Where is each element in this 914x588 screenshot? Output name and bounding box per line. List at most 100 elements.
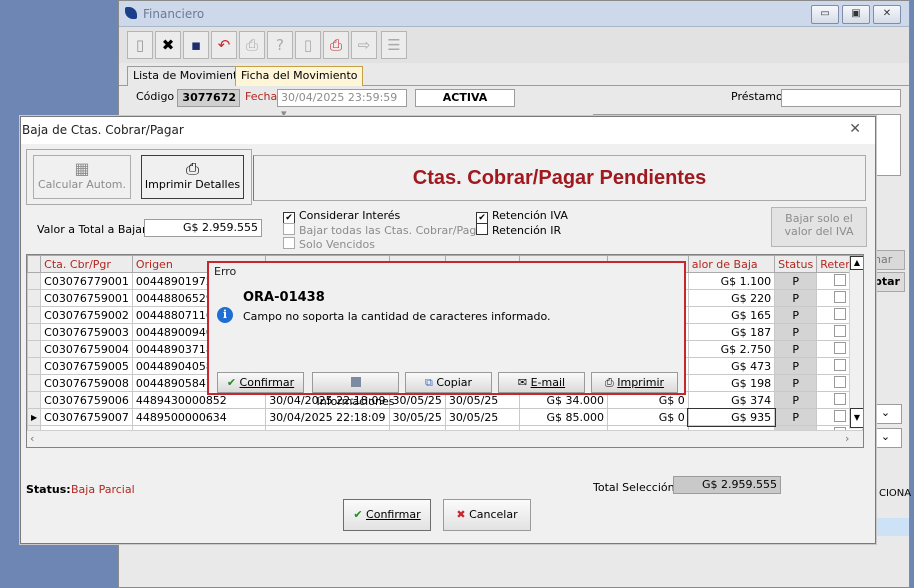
cancelar-label: Cancelar <box>469 508 518 521</box>
minimize-button[interactable]: ▭ <box>811 5 839 24</box>
app-logo-icon <box>125 7 137 19</box>
checkbox-box[interactable] <box>833 409 846 422</box>
table-row[interactable]: ▶ C03076759007 4489500000634 30/04/2025 22:… <box>27 407 863 427</box>
checkbox-box[interactable] <box>833 324 846 337</box>
cell-status: P <box>774 289 818 307</box>
cell-cta: C03076759008 <box>40 374 133 392</box>
close-window-button[interactable]: ✕ <box>873 5 901 24</box>
print-icon[interactable]: ⎙ <box>239 31 265 59</box>
valor-total-field[interactable]: G$ 2.959.555 <box>144 219 262 237</box>
envelope-icon: ✉ <box>517 376 528 389</box>
error-confirmar-label: Confirmar <box>239 376 295 389</box>
calc-button-label: Calcular Autom. <box>37 178 127 191</box>
considerar-interes-checkbox[interactable]: ✔ Considerar Interés <box>283 209 400 224</box>
checkbox-box[interactable] <box>833 290 846 303</box>
grid-horizontal-scrollbar[interactable]: ‹ › <box>27 430 863 447</box>
checkbox-box[interactable] <box>833 358 846 371</box>
json-icon[interactable]: ☰ <box>381 31 407 59</box>
cell-valor: G$ 85.000 <box>519 408 608 426</box>
cell-cta: C03076759001 <box>40 289 133 307</box>
codigo-label: Código <box>136 90 175 103</box>
column-header-cta[interactable]: Cta. Cbr/Pgr <box>40 255 133 273</box>
prestamo-field[interactable] <box>781 89 901 107</box>
tab-strip: Lista de Movimientos Ficha del Movimient… <box>119 63 909 86</box>
row-indicator[interactable] <box>27 340 42 358</box>
row-indicator[interactable] <box>27 357 42 375</box>
row-indicator[interactable]: ▶ <box>27 408 42 426</box>
scroll-left-icon[interactable]: ‹ <box>30 432 34 445</box>
prestamo-label: Préstamo <box>731 90 783 103</box>
checkbox-box[interactable] <box>833 307 846 320</box>
cell-venc: 30/05/25 <box>388 408 446 426</box>
cell-status: P <box>774 340 818 358</box>
row-indicator[interactable] <box>27 289 42 307</box>
column-header-valor-baja[interactable]: alor de Baja <box>687 255 776 273</box>
tab-ficha-movimiento[interactable]: Ficha del Movimiento <box>235 66 364 86</box>
checkbox-box[interactable] <box>833 341 846 354</box>
scroll-right-icon[interactable]: › <box>845 432 849 445</box>
codigo-field[interactable]: 3077672 <box>177 89 240 107</box>
row-indicator[interactable] <box>27 272 42 290</box>
calcular-automatico-button[interactable]: ▦ Calcular Autom. <box>33 155 131 199</box>
status-label: Status: <box>26 483 71 496</box>
error-message: Campo no soporta la cantidad de caracter… <box>243 310 551 323</box>
main-toolbar: ▯ ✖ ▪ ↶ ⎙ ? ▯ ⎙ ⇨ ☰ <box>119 27 909 63</box>
fecha-field[interactable]: 30/04/2025 23:59:59 ▾ <box>277 89 407 120</box>
row-indicator[interactable] <box>27 306 42 324</box>
retencion-iva-label: Retención IVA <box>492 209 568 222</box>
cell-cta: C03076779001 <box>40 272 133 290</box>
new-document-icon[interactable]: ▯ <box>127 31 153 59</box>
cell-cta: C03076759002 <box>40 306 133 324</box>
considerar-interes-label: Considerar Interés <box>299 209 401 222</box>
report-icon[interactable]: ⎙ <box>323 31 349 59</box>
retencion-ir-checkbox[interactable]: Retención IR <box>476 223 561 237</box>
cross-icon: ✖ <box>456 508 466 521</box>
cell-baja: G$ 935 <box>687 407 776 427</box>
solo-vencidos-checkbox[interactable]: Solo Vencidos <box>283 237 375 251</box>
error-imprimir-button[interactable]: ⎙ Imprimir <box>591 372 678 393</box>
dialog-close-icon[interactable]: ✕ <box>849 121 861 137</box>
row-indicator[interactable] <box>27 323 42 341</box>
status-value: Baja Parcial <box>71 483 135 496</box>
cell-baja: G$ 2.750 <box>687 340 776 358</box>
save-icon[interactable]: ▪ <box>183 31 209 59</box>
informaciones-button[interactable]: Informaciones <box>312 372 399 408</box>
info-icon[interactable]: ▯ <box>295 31 321 59</box>
dialog-title: Baja de Ctas. Cobrar/Pagar <box>22 123 184 137</box>
bajar-iva-button[interactable]: Bajar solo el valor del IVA <box>771 207 867 247</box>
checkbox-box[interactable] <box>833 375 846 388</box>
help-icon[interactable]: ? <box>267 31 293 59</box>
window-title: Financiero <box>143 7 205 21</box>
imprimir-detalles-button[interactable]: ⎙ Imprimir Detalles <box>141 155 244 199</box>
checkbox-box[interactable] <box>833 392 846 405</box>
maximize-button[interactable]: ▣ <box>842 5 870 24</box>
copiar-button[interactable]: ⧉ Copiar <box>405 372 492 393</box>
checkbox-box[interactable] <box>833 273 846 286</box>
calculator-icon: ▦ <box>74 159 90 178</box>
retencion-iva-checkbox[interactable]: ✔ Retención IVA <box>476 209 568 224</box>
row-indicator[interactable] <box>27 391 42 409</box>
total-seleccion-field: G$ 2.959.555 <box>673 476 781 494</box>
financiero-titlebar: Financiero ▭ ▣ ✕ <box>119 1 909 27</box>
scroll-down-icon[interactable]: ▼ <box>850 408 863 428</box>
bajar-todas-checkbox[interactable]: Bajar todas las Ctas. Cobrar/Pagar <box>283 223 488 237</box>
dialog-headline: Ctas. Cobrar/Pagar Pendientes <box>253 155 866 201</box>
confirmar-button[interactable]: ✔ Confirmar <box>343 499 431 531</box>
grid-vertical-scrollbar[interactable]: ▲ ▼ <box>849 256 863 429</box>
delete-icon[interactable]: ✖ <box>155 31 181 59</box>
details-icon <box>350 377 361 387</box>
copy-icon: ⧉ <box>424 376 433 389</box>
row-indicator-header <box>27 255 42 273</box>
row-indicator[interactable] <box>27 374 42 392</box>
cancelar-button[interactable]: ✖ Cancelar <box>443 499 531 531</box>
email-button[interactable]: ✉ E-mail <box>498 372 585 393</box>
error-confirmar-button[interactable]: ✔ Confirmar <box>217 372 304 393</box>
cell-status: P <box>774 391 818 409</box>
confirmar-label: Confirmar <box>366 508 421 521</box>
print-button-label: Imprimir Detalles <box>144 178 241 191</box>
export-icon[interactable]: ⇨ <box>351 31 377 59</box>
scroll-up-icon[interactable]: ▲ <box>850 256 863 270</box>
column-header-status[interactable]: Status <box>774 255 818 273</box>
cell-cta: C03076759006 <box>40 391 133 409</box>
undo-icon[interactable]: ↶ <box>211 31 237 59</box>
